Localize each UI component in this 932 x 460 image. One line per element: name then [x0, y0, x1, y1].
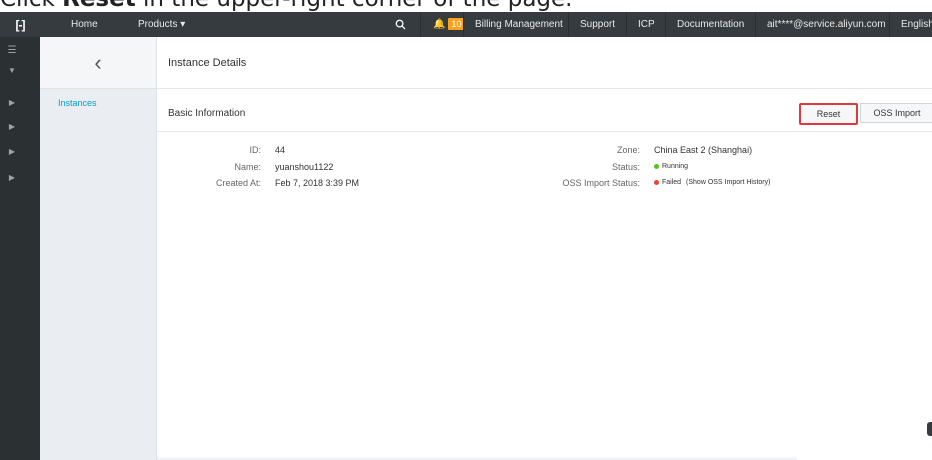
page-header: Instance Details — [157, 37, 932, 89]
caret-right-icon[interactable]: ▶ — [0, 122, 24, 131]
id-value: 44 — [275, 145, 286, 155]
id-label: ID: — [249, 145, 261, 155]
account-menu[interactable]: ait****@service.aliyun.com — [755, 12, 886, 37]
name-label: Name: — [234, 162, 261, 172]
top-navbar: [-] Home Products ▾ 🔔 10 Billing Manageme… — [0, 12, 932, 37]
created-at-value: Feb 7, 2018 3:39 PM — [275, 178, 360, 188]
status-running-dot-icon — [654, 163, 659, 169]
nav-icp[interactable]: ICP — [626, 12, 655, 37]
nav-billing-management[interactable]: Billing Management — [463, 12, 563, 37]
caret-right-icon[interactable]: ▶ — [0, 147, 24, 156]
section-title: Basic Information — [168, 108, 246, 119]
oss-import-status-label: OSS Import Status: — [562, 178, 640, 188]
secondary-sidebar: ‹ Instances — [40, 37, 157, 460]
zone-value: China East 2 (Shanghai) — [654, 145, 753, 155]
oss-import-status-value: Failed (Show OSS Import History) — [654, 179, 770, 186]
aliyun-logo-icon[interactable]: [-] — [0, 12, 40, 37]
instruction-caption: Click Reset in the upper-right corner of… — [0, 0, 932, 12]
show-oss-import-history-link[interactable]: (Show OSS Import History) — [686, 179, 770, 186]
nav-documentation[interactable]: Documentation — [665, 12, 744, 37]
caret-right-icon[interactable]: ▶ — [0, 98, 24, 107]
left-rail: ☰ ▼ ▶ ▶ ▶ ▶ — [0, 37, 40, 460]
page-title: Instance Details — [168, 57, 247, 69]
status-value: Running — [654, 163, 688, 170]
nav-products-menu[interactable]: Products ▾ — [138, 12, 185, 37]
menu-icon[interactable]: ☰ — [0, 45, 24, 56]
oss-import-button[interactable]: OSS Import — [860, 103, 932, 123]
caret-right-icon[interactable]: ▶ — [0, 173, 24, 182]
created-at-label: Created At: — [215, 178, 261, 188]
search-icon[interactable] — [395, 12, 406, 37]
zone-label: Zone: — [616, 145, 640, 155]
caret-down-icon[interactable]: ▼ — [0, 66, 24, 75]
sidebar-item-instances[interactable]: Instances — [58, 98, 97, 108]
status-failed-dot-icon — [654, 179, 659, 185]
basic-info-header: Basic Information Reset OSS Import — [157, 99, 932, 132]
main-content: Instance Details Basic Information Reset… — [157, 37, 932, 460]
bell-icon: 🔔 — [433, 19, 446, 30]
back-button[interactable]: ‹ — [40, 37, 156, 89]
bottom-shadow-bar — [157, 456, 797, 460]
nav-support[interactable]: Support — [568, 12, 615, 37]
reset-button[interactable]: Reset — [799, 103, 858, 125]
nav-home[interactable]: Home — [71, 12, 98, 37]
floating-help-tab[interactable] — [927, 422, 932, 436]
language-selector[interactable]: English — [889, 12, 932, 37]
notifications-button[interactable]: 🔔 10 — [420, 12, 465, 37]
name-value: yuanshou1122 — [275, 162, 334, 172]
chevron-left-icon: ‹ — [94, 49, 102, 75]
status-label: Status: — [611, 162, 640, 172]
